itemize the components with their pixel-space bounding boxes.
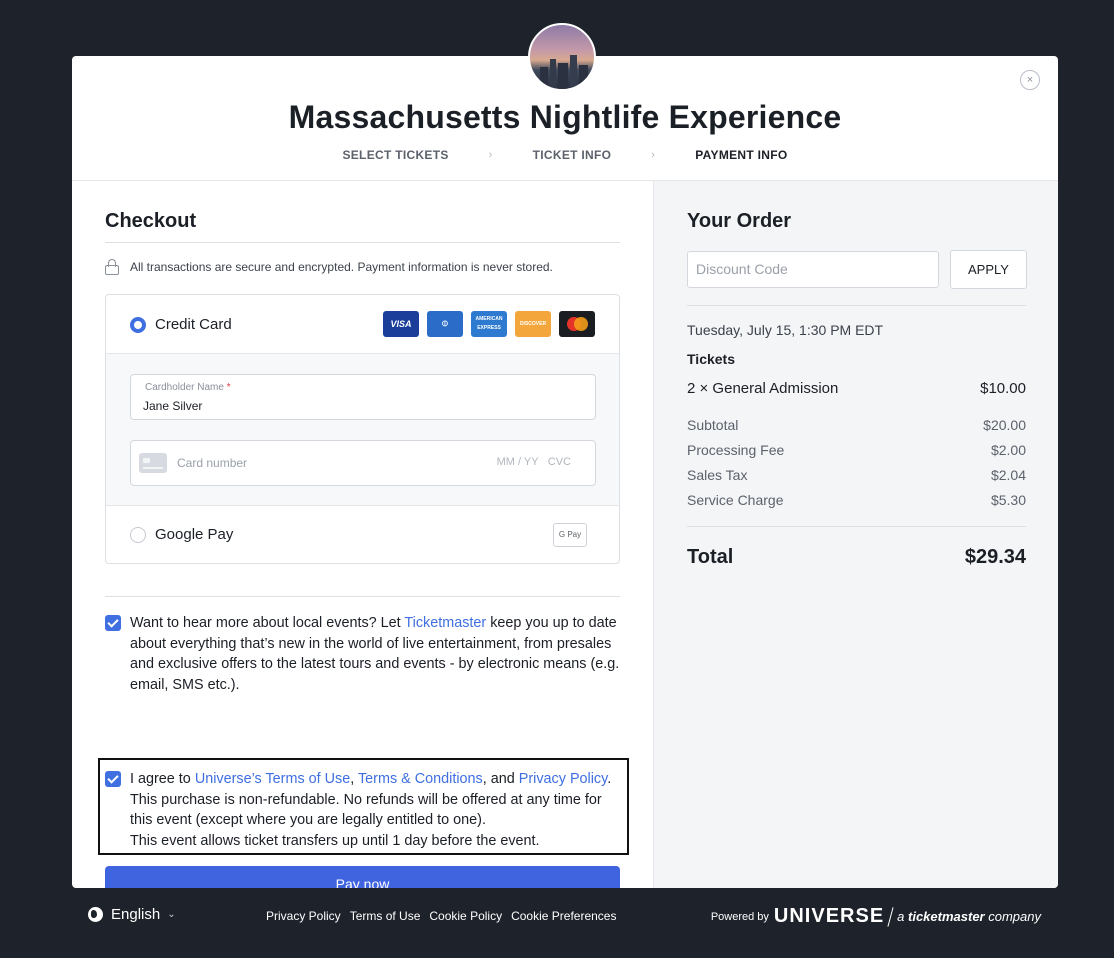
google-pay-radio[interactable]: [130, 526, 146, 543]
sales-tax-line: Sales Tax $2.04: [687, 467, 1026, 483]
total-amount: $29.34: [964, 546, 1026, 568]
checkout-modal: × Massachusetts Nightlife Experience SEL…: [72, 56, 1058, 888]
credit-card-icon: [139, 453, 167, 473]
event-avatar: [528, 23, 596, 91]
google-pay-icon: G Pay: [553, 523, 587, 547]
credit-card-radio[interactable]: [130, 316, 146, 333]
mastercard-icon: [559, 311, 595, 337]
footer-links: Privacy Policy Terms of Use Cookie Polic…: [266, 909, 616, 923]
ticket-line-label: 2 × General Admission: [687, 380, 839, 397]
discount-code-input[interactable]: Discount Code: [687, 251, 939, 288]
footer-terms-of-use-link[interactable]: Terms of Use: [350, 909, 421, 923]
footer-cookie-preferences-link[interactable]: Cookie Preferences: [511, 909, 616, 923]
event-date: Tuesday, July 15, 1:30 PM EDT: [687, 322, 884, 338]
diners-club-icon: ⦶: [427, 311, 463, 337]
marketing-consent: Want to hear more about local events? Le…: [105, 613, 620, 695]
divider: [687, 526, 1026, 527]
marketing-consent-text: Want to hear more about local events? Le…: [130, 615, 620, 693]
payment-methods: Credit Card VISA ⦶ AMERICAN EXPRESS DISCO…: [105, 294, 620, 564]
cardholder-name-field[interactable]: Cardholder Name * Jane Silver: [130, 374, 596, 420]
universe-logo: UNIVERSE: [773, 905, 885, 927]
step-separator-icon: ›: [488, 149, 493, 161]
powered-by-logo: Powered by UNIVERSE a ticketmaster compa…: [711, 905, 1041, 928]
secure-note-text: All transactions are secure and encrypte…: [130, 260, 553, 274]
chevron-down-icon: ⌄: [167, 909, 176, 920]
lock-icon: [105, 259, 119, 275]
pay-now-button[interactable]: Pay now: [105, 866, 620, 888]
checkout-title: Checkout: [105, 210, 197, 232]
step-ticket-info[interactable]: TICKET INFO: [533, 148, 612, 162]
terms-consent: I agree to Universe’s Terms of Use, Term…: [105, 769, 620, 851]
privacy-policy-link[interactable]: Privacy Policy: [519, 771, 608, 787]
order-title: Your Order: [687, 210, 792, 232]
step-payment-info: PAYMENT INFO: [695, 148, 788, 162]
service-charge-line: Service Charge $5.30: [687, 492, 1026, 508]
ticket-line: 2 × General Admission $10.00: [687, 380, 1026, 397]
amex-icon: AMERICAN EXPRESS: [471, 311, 507, 337]
event-title: Massachusetts Nightlife Experience: [288, 99, 842, 135]
footer-cookie-policy-link[interactable]: Cookie Policy: [429, 909, 502, 923]
total-label: Total: [687, 546, 734, 568]
terms-consent-text: I agree to Universe’s Terms of Use, Term…: [130, 771, 612, 849]
logo-divider: [887, 906, 894, 927]
powered-by-text: Powered by: [710, 910, 769, 923]
credit-card-label: Credit Card: [155, 316, 232, 333]
expiry-cvc-inputs[interactable]: MM / YY CVC: [497, 456, 571, 468]
step-select-tickets[interactable]: SELECT TICKETS: [342, 148, 448, 162]
cardholder-name-label: Cardholder Name *: [145, 382, 231, 393]
discover-icon: DISCOVER: [515, 311, 551, 337]
close-button[interactable]: ×: [1020, 70, 1040, 90]
secure-note: All transactions are secure and encrypte…: [105, 259, 553, 275]
universe-terms-link[interactable]: Universe’s Terms of Use: [195, 771, 350, 787]
globe-icon: [88, 907, 103, 922]
visa-icon: VISA: [383, 311, 419, 337]
card-number-input[interactable]: Card number: [177, 456, 247, 470]
terms-consent-checkbox[interactable]: [105, 771, 121, 787]
cardholder-name-value[interactable]: Jane Silver: [143, 399, 202, 413]
divider: [687, 305, 1026, 306]
ticketmaster-company-text: a ticketmaster company: [897, 909, 1041, 924]
marketing-consent-checkbox[interactable]: [105, 615, 121, 631]
step-separator-icon: ›: [651, 149, 656, 161]
subtotal-line: Subtotal $20.00: [687, 417, 1026, 433]
language-label: English: [111, 906, 161, 923]
checkout-panel: Checkout All transactions are secure and…: [72, 181, 653, 888]
ticket-line-amount: $10.00: [980, 380, 1026, 397]
card-number-field[interactable]: Card number MM / YY CVC: [130, 440, 596, 486]
card-brands: VISA ⦶ AMERICAN EXPRESS DISCOVER: [383, 311, 595, 337]
page-footer: English ⌄ Privacy Policy Terms of Use Co…: [0, 888, 1114, 958]
google-pay-option[interactable]: Google Pay: [106, 526, 619, 543]
processing-fee-line: Processing Fee $2.00: [687, 442, 1026, 458]
credit-card-form: Cardholder Name * Jane Silver Card numbe…: [106, 353, 619, 506]
total-line: Total $29.34: [687, 546, 1026, 569]
ticketmaster-link[interactable]: Ticketmaster: [404, 615, 486, 631]
google-pay-label: Google Pay: [155, 526, 234, 543]
order-summary: Your Order Discount Code APPLY Tuesday, …: [653, 181, 1058, 888]
apply-button[interactable]: APPLY: [950, 250, 1027, 289]
terms-conditions-link[interactable]: Terms & Conditions: [358, 771, 483, 787]
language-selector[interactable]: English ⌄: [88, 906, 176, 923]
checkout-steps: SELECT TICKETS › TICKET INFO › PAYMENT I…: [72, 148, 1058, 162]
tickets-heading: Tickets: [687, 351, 735, 367]
divider: [105, 242, 620, 243]
footer-privacy-policy-link[interactable]: Privacy Policy: [266, 909, 341, 923]
divider: [105, 596, 620, 597]
